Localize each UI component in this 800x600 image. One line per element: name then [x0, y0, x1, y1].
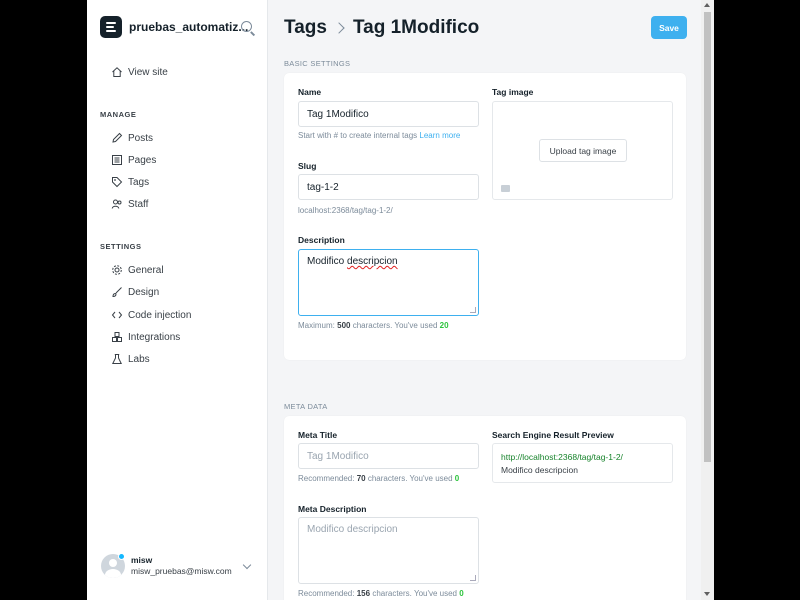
nav-integrations[interactable]: Integrations — [111, 331, 180, 343]
serp-label: Search Engine Result Preview — [492, 430, 614, 440]
serp-description: Modifico descripcion — [501, 465, 579, 475]
meta-title-hint-max: 70 — [356, 474, 366, 483]
breadcrumb-current: Tag 1Modifico — [352, 17, 480, 38]
desc-hint-max: 500 — [337, 321, 351, 330]
serp-preview: http://localhost:2368/tag/tag-1-2/ Modif… — [492, 443, 673, 483]
meta-description-placeholder: Modifico descripcion — [307, 524, 398, 535]
sidebar: pruebas_automatiz... View site MANAGE Po… — [87, 0, 268, 600]
resize-handle-icon[interactable] — [470, 575, 476, 581]
scrollbar[interactable] — [701, 0, 714, 600]
meta-title-hint-prefix: Recommended: — [298, 474, 355, 483]
scroll-up-icon[interactable] — [704, 3, 710, 7]
name-hint-text: Start with # to create internal tags — [298, 131, 418, 140]
nav-pages-label: Pages — [128, 154, 157, 166]
status-dot — [118, 553, 125, 560]
meta-description-hint: Recommended: 156 characters. You've used… — [298, 589, 464, 598]
nav-staff[interactable]: Staff — [111, 198, 148, 210]
main-content: Tags Tag 1Modifico Save BASIC SETTINGS N… — [268, 0, 714, 600]
learn-more-link[interactable]: Learn more — [419, 131, 460, 140]
page-title: Tags Tag 1Modifico — [284, 17, 479, 39]
search-icon[interactable] — [241, 21, 252, 32]
save-button[interactable]: Save — [651, 16, 687, 39]
code-icon — [111, 311, 123, 319]
site-brand[interactable]: pruebas_automatiz... — [100, 16, 248, 38]
manage-header: MANAGE — [100, 110, 137, 119]
nav-code-injection[interactable]: Code injection — [111, 309, 191, 321]
nav-pages[interactable]: Pages — [111, 154, 156, 166]
meta-desc-hint-used: 0 — [459, 589, 464, 598]
description-textarea[interactable]: Modifico descripcion — [298, 249, 479, 316]
meta-desc-hint-max: 156 — [356, 589, 371, 598]
nav-general[interactable]: General — [111, 264, 164, 276]
pages-icon — [112, 155, 122, 165]
meta-data-card: Meta Title Tag 1Modifico Recommended: 70… — [284, 416, 686, 600]
brush-icon — [112, 287, 122, 298]
nav-staff-label: Staff — [128, 198, 149, 210]
name-input[interactable]: Tag 1Modifico — [298, 101, 479, 127]
staff-icon — [111, 199, 122, 209]
slug-url: localhost:2368/tag/tag-1-2/ — [298, 206, 393, 215]
nav-general-label: General — [128, 264, 164, 276]
nav-view-site-label: View site — [128, 66, 168, 78]
name-label: Name — [298, 87, 322, 97]
nav-labs[interactable]: Labs — [111, 353, 150, 365]
image-icon — [501, 185, 510, 192]
resize-handle-icon[interactable] — [470, 307, 476, 313]
nav-labs-label: Labs — [128, 353, 150, 365]
nav-integrations-label: Integrations — [128, 331, 181, 343]
meta-title-hint-used: 0 — [454, 474, 460, 483]
description-text: Modifico descripcion — [307, 256, 398, 267]
site-name: pruebas_automatiz... — [129, 20, 249, 34]
meta-title-hint-mid: characters. You've used — [367, 474, 453, 483]
user-name: misw — [131, 555, 153, 565]
nav-view-site[interactable]: View site — [111, 66, 168, 78]
desc-hint-used: 20 — [439, 321, 449, 330]
nav-design[interactable]: Design — [111, 286, 159, 298]
upload-tag-image-button[interactable]: Upload tag image — [539, 139, 627, 162]
meta-desc-hint-mid: characters. You've used — [372, 589, 458, 598]
meta-title-input[interactable]: Tag 1Modifico — [298, 443, 479, 469]
flask-icon — [111, 354, 123, 364]
meta-description-label: Meta Description — [298, 504, 367, 514]
tag-icon — [112, 177, 123, 188]
meta-title-hint: Recommended: 70 characters. You've used … — [298, 474, 459, 483]
serp-url: http://localhost:2368/tag/tag-1-2/ — [501, 452, 623, 462]
desc-hint-prefix: Maximum: — [298, 321, 335, 330]
chevron-right-icon — [333, 22, 345, 34]
scrollbar-thumb[interactable] — [704, 12, 711, 462]
nav-posts-label: Posts — [128, 132, 154, 144]
site-logo-icon — [100, 16, 122, 38]
slug-label: Slug — [298, 161, 317, 171]
name-hint: Start with # to create internal tags Lea… — [298, 131, 460, 140]
nav-posts[interactable]: Posts — [111, 132, 153, 144]
home-icon — [112, 67, 122, 77]
gear-icon — [112, 265, 122, 275]
description-label: Description — [298, 235, 345, 245]
integrations-icon — [112, 332, 122, 342]
basic-settings-label: BASIC SETTINGS — [284, 59, 351, 68]
settings-header: SETTINGS — [100, 242, 142, 251]
app-window: pruebas_automatiz... View site MANAGE Po… — [87, 0, 714, 600]
meta-data-label: META DATA — [284, 402, 328, 411]
meta-title-label: Meta Title — [298, 430, 338, 440]
pencil-icon — [112, 132, 123, 143]
meta-description-textarea[interactable]: Modifico descripcion — [298, 517, 479, 584]
description-hint: Maximum: 500 characters. You've used 20 — [298, 321, 449, 330]
breadcrumb-tags[interactable]: Tags — [284, 17, 327, 39]
user-email: misw_pruebas@misw.com — [131, 566, 232, 576]
tag-image-label: Tag image — [492, 87, 534, 97]
nav-tags-label: Tags — [128, 176, 150, 188]
nav-tags[interactable]: Tags — [111, 176, 149, 188]
basic-settings-card: Name Tag 1Modifico Start with # to creat… — [284, 73, 686, 360]
meta-desc-hint-prefix: Recommended: — [298, 589, 355, 598]
scroll-down-icon[interactable] — [704, 592, 710, 596]
nav-design-label: Design — [128, 286, 160, 298]
desc-hint-mid: characters. You've used — [352, 321, 438, 330]
nav-code-injection-label: Code injection — [128, 309, 192, 321]
chevron-down-icon[interactable] — [242, 560, 252, 570]
tag-image-dropzone[interactable]: Upload tag image — [492, 101, 673, 200]
slug-input[interactable]: tag-1-2 — [298, 174, 479, 200]
